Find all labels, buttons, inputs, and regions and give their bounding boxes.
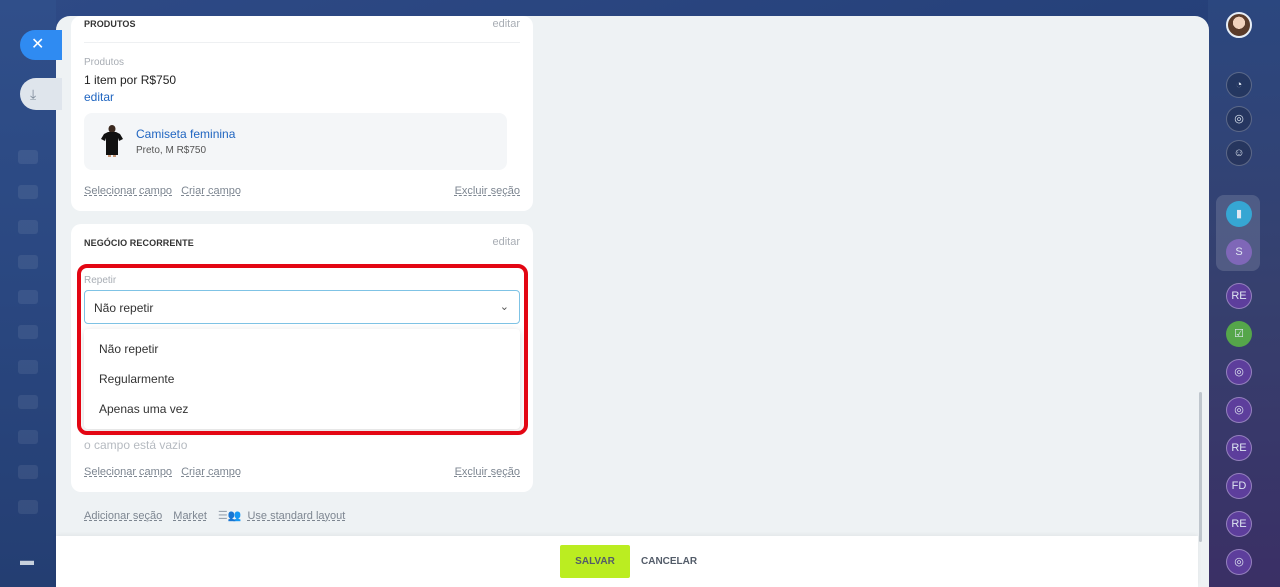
add-section-link[interactable]: Adicionar seção (84, 510, 162, 522)
sidebar-placeholder (18, 185, 38, 199)
section-edit-link[interactable]: editar (492, 236, 520, 248)
contact-initials: RE (1231, 518, 1247, 530)
create-field-link[interactable]: Criar campo (181, 466, 241, 478)
chat-icon[interactable]: ☺ (1226, 140, 1252, 166)
close-icon: ✕ (31, 36, 45, 53)
task-icon[interactable]: ☑ (1226, 321, 1252, 347)
sidebar-placeholder (18, 360, 38, 374)
products-edit-link[interactable]: editar (84, 90, 114, 104)
contact-avatar[interactable]: RE (1226, 511, 1252, 537)
openline-icon[interactable]: ◎ (1226, 549, 1252, 575)
section-title: NEGÓCIO RECORRENTE (84, 238, 194, 248)
sidebar-placeholder (18, 290, 38, 304)
create-field-link[interactable]: Criar campo (181, 185, 241, 197)
product-name-link[interactable]: Camiseta feminina (136, 127, 235, 141)
contact-initials: FD (1231, 480, 1247, 492)
openline-icon[interactable]: ◎ (1226, 359, 1252, 385)
product-item: Camiseta feminina Preto, M R$750 (84, 113, 507, 170)
openline-icon[interactable]: ◎ (1226, 397, 1252, 423)
sidebar-placeholder (18, 150, 38, 164)
select-field-link[interactable]: Selecionar campo (84, 466, 172, 478)
products-section: PRODUTOS editar Produtos 1 item por R$75… (71, 16, 533, 211)
empty-field-text: o campo está vazio (84, 438, 188, 452)
bookmark-icon[interactable]: ▮ (1226, 201, 1252, 227)
sidebar-placeholder (18, 430, 38, 444)
save-button[interactable]: SALVAR (560, 545, 630, 578)
annotation-highlight (77, 264, 528, 435)
page-links: Adicionar seção Market ☰👥 Use standard layo… (84, 509, 356, 522)
sidebar-placeholder (18, 220, 38, 234)
sidebar-placeholder (18, 395, 38, 409)
layout-users-icon: ☰👥 (217, 510, 242, 522)
market-link[interactable]: Market (173, 510, 207, 522)
contact-initials: RE (1231, 290, 1247, 302)
select-field-link[interactable]: Selecionar campo (84, 185, 172, 197)
contact-avatar[interactable]: S (1226, 239, 1252, 265)
bottom-action-bar: SALVAR CANCELAR (56, 536, 1198, 587)
delete-section-link[interactable]: Excluir seção (455, 185, 520, 197)
contact-initials: RE (1231, 442, 1247, 454)
products-summary: 1 item por R$750 (84, 73, 177, 87)
standard-layout-link[interactable]: Use standard layout (247, 510, 345, 522)
delete-section-link[interactable]: Excluir seção (455, 466, 520, 478)
field-label: Produtos (84, 57, 125, 68)
minimize-panel-button[interactable]: ⤓ (20, 78, 62, 110)
scrollbar[interactable] (1199, 392, 1202, 542)
sidebar-placeholder (18, 465, 38, 479)
sidebar-placeholder (18, 500, 38, 514)
target-icon[interactable]: ◎ (1226, 106, 1252, 132)
section-title: PRODUTOS (84, 19, 136, 29)
section-footer: Selecionar campo Criar campo (84, 466, 250, 478)
divider (84, 42, 520, 43)
sidebar-placeholder (18, 255, 38, 269)
bell-icon[interactable]: ◔ (1226, 72, 1252, 98)
sidebar-placeholder (18, 325, 38, 339)
contact-avatar[interactable]: RE (1226, 283, 1252, 309)
section-footer: Selecionar campo Criar campo (84, 185, 250, 197)
cancel-button[interactable]: CANCELAR (641, 545, 697, 578)
collapse-icon: ⤓ (30, 86, 37, 102)
contact-avatar[interactable]: RE (1226, 435, 1252, 461)
contact-avatar[interactable]: FD (1226, 473, 1252, 499)
section-edit-link[interactable]: editar (492, 18, 520, 30)
product-thumbnail (101, 125, 123, 157)
contact-initials: S (1235, 246, 1243, 258)
print-icon[interactable]: ▬ (20, 552, 34, 568)
product-details: Preto, M R$750 (136, 145, 207, 156)
close-panel-button[interactable]: ✕ (20, 30, 62, 60)
user-avatar[interactable] (1226, 12, 1252, 38)
